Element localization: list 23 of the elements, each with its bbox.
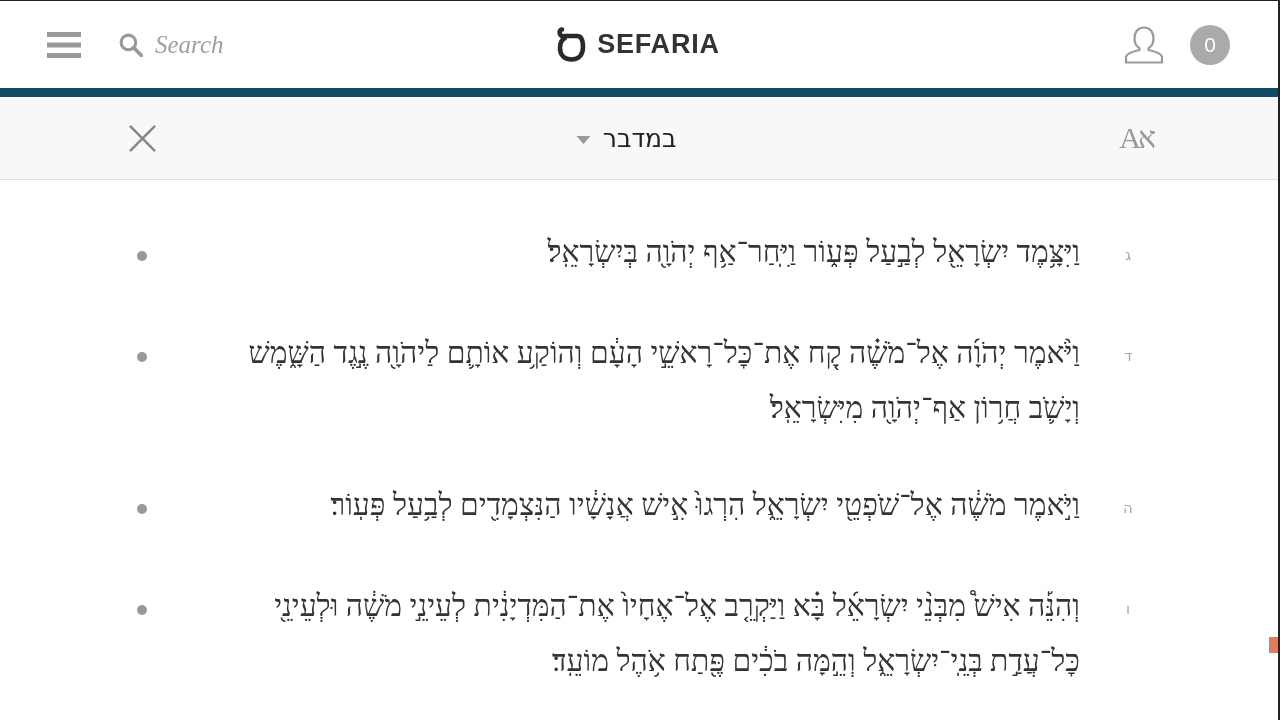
close-icon[interactable] (128, 123, 157, 153)
verse-number: ו (1124, 599, 1132, 620)
verse-text[interactable]: וַיִּצָּ֥מֶד יִשְׂרָאֵ֖ל לְבַ֣עַל פְּע֑וֹר וַיִּֽחַר־אַ֥ף יְהֹוָ֖ה בְּיִשְׂרָאֵֽל׃ (193, 224, 1080, 279)
bullet-dot-icon (137, 605, 147, 615)
verse-number: ד (1122, 346, 1134, 367)
search-field[interactable]: Search (155, 30, 265, 59)
search-icon[interactable] (118, 32, 143, 57)
book-title-dropdown[interactable]: במדבר (575, 123, 677, 153)
logo-icon[interactable] (557, 27, 587, 62)
menu-icon[interactable] (47, 31, 81, 58)
book-title: במדבר (602, 123, 677, 153)
verse-text[interactable]: וַיֹּ֨אמֶר יְהֹוָ֜ה אֶל־מֹשֶׁ֗ה קַ֚ח אֶת־כׇּל־רָאשֵׁ֣י הָעָ֔ם וְהוֹקַ֥ע אוֹתָ֛ם לַיהֹוָ֖ה נֶ֣גֶד הַשָּׁ֑מֶשׁ וְיָשֹׁ֛ב חֲר֥וֹן אַף־יְהֹוָ֖ה מִיִּשְׂרָאֵֽל׃ (193, 325, 1080, 435)
bullet-dot-icon (137, 504, 147, 514)
verse-number: ג (1123, 245, 1133, 266)
verse-text[interactable]: וַיֹּ֣אמֶר מֹשֶׁ֔ה אֶל־שֹׁפְטֵ֖י יִשְׂרָאֵ֑ל הִרְגוּ֙ אִ֣ישׁ אֲנָשָׁ֔יו הַנִּצְמָדִ֖ים לְבַ֥עַל פְּעֽוֹר׃ (193, 477, 1080, 532)
bullet-dot-icon (137, 352, 147, 362)
verse-text[interactable]: וְהִנֵּ֡ה אִישׁ֩ מִבְּנֵ֨י יִשְׂרָאֵ֜ל בָּ֗א וַיַּקְרֵ֤ב אֶל־אֶחָיו֙ אֶת־הַמִּדְיָנִ֔ית לְעֵינֵ֣י מֹשֶׁ֔ה וּלְעֵינֵ֖י כׇּל־עֲדַ֣ת בְּנֵֽי־יִשְׂרָאֵ֑ל וְהֵ֣מָּה בֹכִ֔ים פֶּ֖תַח אֹ֥הֶל מוֹעֵֽד׃ (193, 578, 1080, 688)
bullet-dot-icon (137, 251, 147, 261)
user-icon[interactable] (1124, 24, 1164, 65)
caret-icon (575, 136, 591, 144)
verse-number: ה (1122, 498, 1134, 519)
logo-text[interactable]: SEFARIA (597, 29, 720, 60)
edge-marker-icon (1269, 637, 1278, 653)
